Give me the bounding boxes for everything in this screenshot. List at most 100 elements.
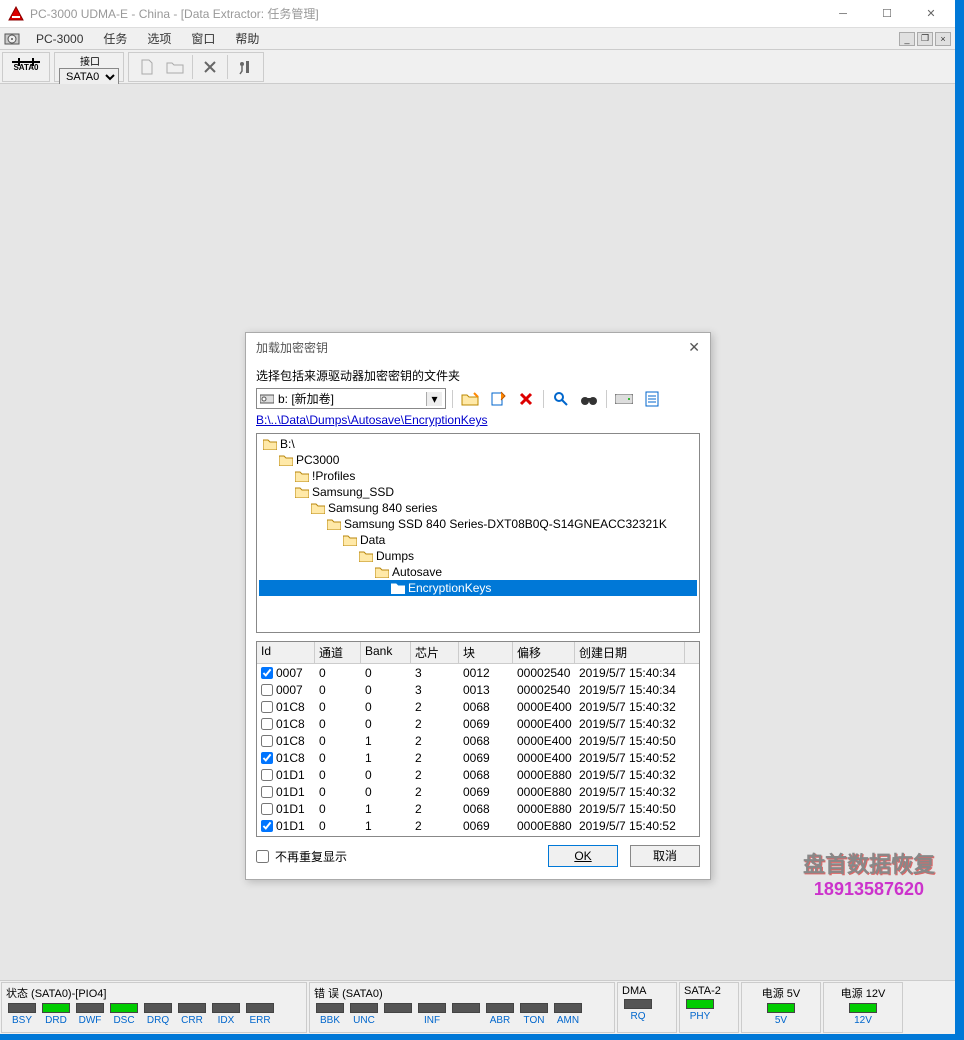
col-chip[interactable]: 芯片 [411, 642, 459, 663]
folder-icon [295, 486, 309, 498]
led-DRQ: DRQ [142, 1003, 174, 1026]
status-state-label: 状态 (SATA0)-[PIO4] [6, 985, 302, 1001]
menu-tasks[interactable]: 任务 [93, 28, 137, 49]
row-checkbox[interactable] [261, 752, 273, 764]
document-list-icon[interactable] [641, 389, 663, 409]
delete-icon[interactable] [515, 389, 537, 409]
table-row[interactable]: 01D100200690000E8802019/5/7 15:40:32 [257, 783, 699, 800]
port-select[interactable]: SATA0 [59, 68, 119, 86]
ok-button[interactable]: OK [548, 845, 618, 867]
folder-icon [263, 438, 277, 450]
no-repeat-input[interactable] [256, 850, 269, 863]
new-folder-icon[interactable] [459, 389, 481, 409]
tree-node[interactable]: B:\ [259, 436, 697, 452]
toolbar: SATA0 接口 SATA0 [0, 50, 955, 84]
cancel-button[interactable]: 取消 [630, 845, 700, 867]
table-row[interactable]: 00070030012000025402019/5/7 15:40:34 [257, 664, 699, 681]
path-link[interactable]: B:\..\Data\Dumps\Autosave\EncryptionKeys [256, 413, 487, 427]
dialog-instruction: 选择包括来源驱动器加密密钥的文件夹 [256, 367, 700, 384]
folder-icon [359, 550, 373, 562]
status-error-label: 错 误 (SATA0) [314, 985, 610, 1001]
load-key-dialog: 加载加密密钥 ✕ 选择包括来源驱动器加密密钥的文件夹 b: [新加卷] ▾ [245, 332, 711, 880]
titlebar: PC-3000 UDMA-E - China - [Data Extractor… [0, 0, 955, 28]
row-checkbox[interactable] [261, 667, 273, 679]
grid-body[interactable]: 00070030012000025402019/5/7 15:40:340007… [257, 664, 699, 836]
tree-node[interactable]: PC3000 [259, 452, 697, 468]
mdi-restore[interactable]: ❐ [917, 32, 933, 46]
menu-app[interactable]: PC-3000 [26, 30, 93, 48]
led-ABR: ABR [484, 1003, 516, 1026]
close-button[interactable]: ✕ [909, 0, 953, 28]
edit-new-icon[interactable] [487, 389, 509, 409]
col-block[interactable]: 块 [459, 642, 513, 663]
menubar: PC-3000 任务 选项 窗口 帮助 _ ❐ × [0, 28, 955, 50]
folder-icon [343, 534, 357, 546]
dropdown-arrow-icon: ▾ [426, 392, 442, 406]
row-checkbox[interactable] [261, 803, 273, 815]
file-icon[interactable] [133, 54, 161, 80]
led-IDX: IDX [210, 1003, 242, 1026]
table-row[interactable]: 01D100200680000E8802019/5/7 15:40:32 [257, 766, 699, 783]
table-row[interactable]: 01C801200690000E4002019/5/7 15:40:52 [257, 749, 699, 766]
led-TON: TON [518, 1003, 550, 1026]
tree-node[interactable]: Samsung SSD 840 Series-DXT08B0Q-S14GNEAC… [259, 516, 697, 532]
folder-icon [391, 582, 405, 594]
led-12V: 12V [847, 1003, 879, 1026]
workspace: 加载加密密钥 ✕ 选择包括来源驱动器加密密钥的文件夹 b: [新加卷] ▾ [0, 84, 955, 980]
tree-node[interactable]: Data [259, 532, 697, 548]
status-bar: 状态 (SATA0)-[PIO4] BSYDRDDWFDSCDRQCRRIDXE… [0, 980, 955, 1034]
key-grid: Id 通道 Bank 芯片 块 偏移 创建日期 0007003001200002… [256, 641, 700, 837]
mdi-minimize[interactable]: _ [899, 32, 915, 46]
menu-window[interactable]: 窗口 [181, 28, 225, 49]
table-row[interactable]: 01C801200680000E4002019/5/7 15:40:50 [257, 732, 699, 749]
led-UNC: UNC [348, 1003, 380, 1026]
sata-chip-indicator: SATA0 [2, 52, 50, 82]
watermark: 盘首数据恢复 18913587620 [803, 847, 935, 900]
col-id[interactable]: Id [257, 642, 315, 663]
status-sata-label: SATA-2 [684, 985, 734, 997]
port-selector-group: 接口 SATA0 [54, 52, 124, 82]
tools-icon[interactable] [196, 54, 224, 80]
row-checkbox[interactable] [261, 701, 273, 713]
dialog-close-button[interactable]: ✕ [688, 339, 700, 356]
col-offset[interactable]: 偏移 [513, 642, 575, 663]
tree-node[interactable]: Samsung_SSD [259, 484, 697, 500]
col-bank[interactable]: Bank [361, 642, 411, 663]
minimize-button[interactable]: ─ [821, 0, 865, 28]
folder-tree[interactable]: B:\PC3000!ProfilesSamsung_SSDSamsung 840… [256, 433, 700, 633]
led-DSC: DSC [108, 1003, 140, 1026]
menu-help[interactable]: 帮助 [225, 28, 269, 49]
table-row[interactable]: 01D101200680000E8802019/5/7 15:40:50 [257, 800, 699, 817]
exit-icon[interactable] [231, 54, 259, 80]
drive-icon[interactable] [613, 389, 635, 409]
no-repeat-checkbox[interactable]: 不再重复显示 [256, 848, 347, 865]
tree-node[interactable]: Samsung 840 series [259, 500, 697, 516]
row-checkbox[interactable] [261, 786, 273, 798]
table-row[interactable]: 01C800200690000E4002019/5/7 15:40:32 [257, 715, 699, 732]
tree-node[interactable]: Dumps [259, 548, 697, 564]
col-date[interactable]: 创建日期 [575, 642, 685, 663]
search-icon[interactable] [550, 389, 572, 409]
tree-node[interactable]: Autosave [259, 564, 697, 580]
row-checkbox[interactable] [261, 684, 273, 696]
table-row[interactable]: 01C800200680000E4002019/5/7 15:40:32 [257, 698, 699, 715]
led-PHY: PHY [684, 999, 716, 1022]
mdi-close[interactable]: × [935, 32, 951, 46]
table-row[interactable]: 01D101200690000E8802019/5/7 15:40:52 [257, 817, 699, 834]
watermark-phone: 18913587620 [803, 879, 935, 900]
port-label: 接口 [78, 53, 100, 68]
table-row[interactable]: 00070030013000025402019/5/7 15:40:34 [257, 681, 699, 698]
row-checkbox[interactable] [261, 735, 273, 747]
menu-options[interactable]: 选项 [137, 28, 181, 49]
open-folder-icon[interactable] [161, 54, 189, 80]
tree-node[interactable]: !Profiles [259, 468, 697, 484]
binoculars-icon[interactable] [578, 389, 600, 409]
tree-node[interactable]: EncryptionKeys [259, 580, 697, 596]
maximize-button[interactable]: ☐ [865, 0, 909, 28]
led-blank [382, 1003, 414, 1026]
row-checkbox[interactable] [261, 820, 273, 832]
row-checkbox[interactable] [261, 769, 273, 781]
drive-select[interactable]: b: [新加卷] ▾ [256, 388, 446, 409]
row-checkbox[interactable] [261, 718, 273, 730]
col-channel[interactable]: 通道 [315, 642, 361, 663]
